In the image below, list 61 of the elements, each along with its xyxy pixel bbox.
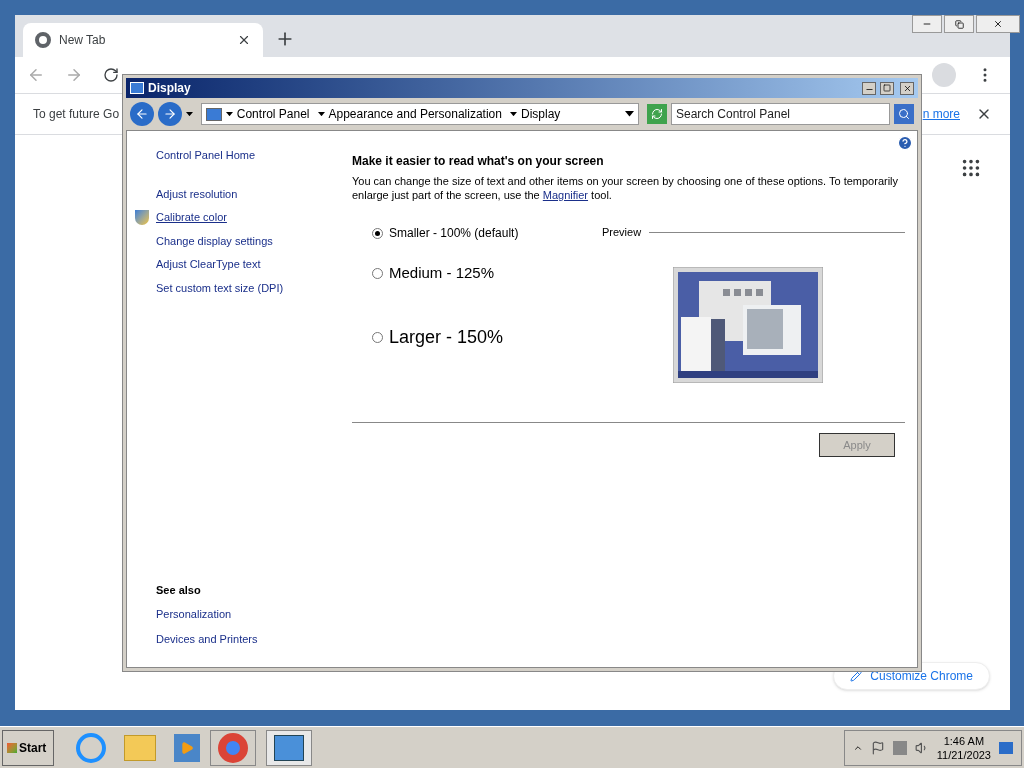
browser-tab[interactable]: New Tab — [23, 23, 263, 57]
infobar-text: To get future Go — [33, 106, 120, 123]
start-button[interactable]: Start — [2, 729, 54, 766]
play-icon — [180, 740, 194, 755]
close-icon — [902, 83, 912, 93]
clock-date[interactable]: 11/21/2023 — [936, 747, 991, 762]
clock-time[interactable]: 1:46 AM — [943, 733, 985, 748]
flag-icon[interactable] — [870, 740, 885, 755]
description: You can change the size of text and other items on your screen by choosing one of these options. To temporarily enlarge just part of the screen, use the Magnifier tool. — [352, 174, 900, 202]
see-also-link[interactable]: Devices and Printers — [156, 630, 349, 647]
search-icon — [898, 108, 911, 120]
window-title: Display — [148, 80, 192, 97]
magnifier-link[interactable]: Magnifier — [542, 189, 589, 201]
restore-icon — [954, 19, 964, 29]
tab-title: New Tab — [59, 32, 107, 49]
back-icon — [134, 107, 149, 121]
media-player-icon[interactable] — [174, 733, 200, 762]
maximize-button[interactable] — [880, 81, 894, 95]
option-label[interactable]: Medium - 125% — [389, 262, 495, 285]
refresh-button[interactable] — [647, 104, 667, 124]
close-icon — [993, 19, 1003, 29]
learn-more-link[interactable]: n more — [922, 105, 960, 123]
search-field[interactable]: Search Control Panel — [670, 103, 891, 125]
reload-icon[interactable] — [103, 67, 119, 83]
radio-button[interactable] — [372, 332, 383, 343]
see-also-heading: See also — [156, 582, 202, 598]
heading: Make it easier to read what's on your screen — [352, 153, 605, 170]
breadcrumb-item[interactable]: Appearance and Personalization — [328, 105, 502, 123]
apps-icon[interactable] — [960, 157, 982, 179]
restore-button[interactable] — [944, 15, 974, 33]
chevron-icon[interactable] — [317, 111, 325, 117]
radio-button[interactable] — [372, 227, 383, 239]
chevron-icon[interactable] — [509, 111, 517, 117]
chevron-icon[interactable] — [225, 111, 233, 117]
close-button[interactable] — [900, 81, 914, 95]
address-bar[interactable]: Control Panel Appearance and Personalization Display — [200, 103, 640, 125]
sidebar-link[interactable]: Control Panel Home — [156, 147, 256, 164]
help-icon[interactable] — [897, 135, 913, 151]
option-label[interactable]: Larger - 150% — [389, 324, 504, 351]
sidebar-link[interactable]: Change display settings — [156, 232, 273, 249]
dropdown-icon[interactable] — [625, 111, 635, 117]
see-also-link[interactable]: Personalization — [156, 606, 349, 623]
refresh-icon — [651, 108, 663, 120]
sidebar-link[interactable]: Set custom text size (DPI) — [156, 279, 284, 296]
dropdown-icon[interactable] — [185, 111, 193, 117]
minimize-button[interactable] — [862, 81, 876, 95]
sidebar-link[interactable]: Adjust resolution — [156, 185, 238, 202]
shield-icon — [135, 209, 149, 225]
forward-icon — [162, 107, 177, 121]
search-button[interactable] — [894, 104, 914, 124]
breadcrumb-item[interactable]: Control Panel — [236, 105, 310, 123]
close-icon[interactable] — [237, 33, 251, 47]
preview-label: Preview — [602, 225, 642, 240]
maximize-icon — [883, 84, 891, 92]
back-button[interactable] — [130, 102, 154, 126]
option-label[interactable]: Smaller - 100% (default) — [389, 224, 519, 242]
sidebar-link[interactable]: Calibrate color — [156, 209, 227, 226]
pencil-icon — [850, 670, 863, 682]
sidebar-link[interactable]: Adjust ClearType text — [156, 256, 261, 273]
breadcrumb-item[interactable]: Display — [520, 105, 561, 123]
radio-button[interactable] — [372, 267, 383, 279]
